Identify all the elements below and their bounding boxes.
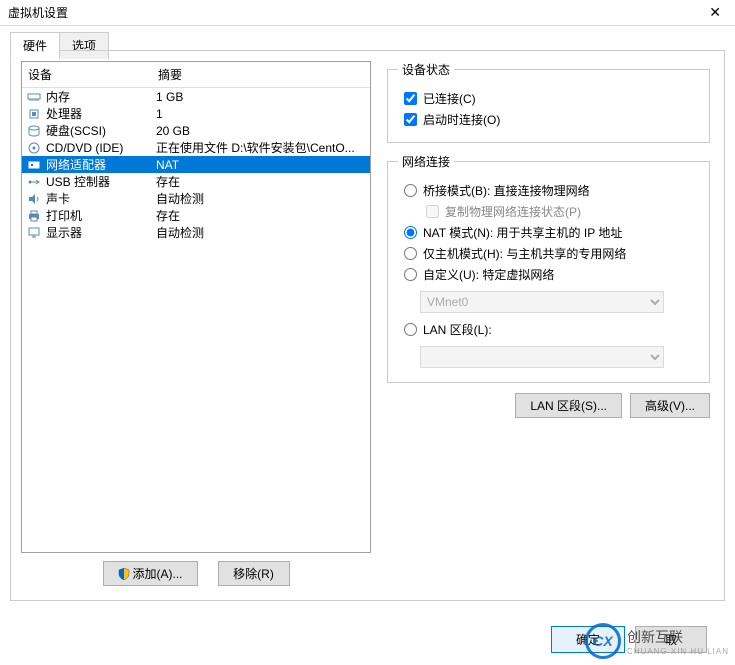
device-row-network[interactable]: 网络适配器NAT — [22, 156, 370, 173]
usb-icon — [26, 175, 42, 189]
shield-icon — [118, 568, 130, 580]
disk-icon — [26, 124, 42, 138]
device-list: 设备 摘要 内存1 GB处理器1硬盘(SCSI)20 GBCD/DVD (IDE… — [21, 61, 371, 553]
memory-icon — [26, 90, 42, 104]
display-icon — [26, 226, 42, 240]
connect-poweron-label: 启动时连接(O) — [423, 111, 500, 128]
device-list-header: 设备 摘要 — [22, 62, 370, 88]
device-summary: 存在 — [156, 207, 366, 224]
left-buttons: 添加(A)... 移除(R) — [21, 561, 371, 590]
cpu-icon — [26, 107, 42, 121]
connected-checkbox[interactable] — [404, 92, 417, 105]
device-summary: NAT — [156, 158, 366, 172]
device-summary: 自动检测 — [156, 190, 366, 207]
device-summary: 20 GB — [156, 124, 366, 138]
network-icon — [26, 158, 42, 172]
watermark: CX 创新互联 CHUANG XIN HU LIAN — [585, 623, 729, 659]
window-title: 虚拟机设置 — [8, 4, 68, 21]
connected-label: 已连接(C) — [423, 90, 476, 107]
nat-label: NAT 模式(N): 用于共享主机的 IP 地址 — [423, 224, 622, 241]
replicate-checkbox — [426, 205, 439, 218]
connected-checkbox-row[interactable]: 已连接(C) — [404, 90, 699, 107]
device-summary: 1 — [156, 107, 366, 121]
lan-radio-row[interactable]: LAN 区段(L): — [404, 321, 699, 338]
network-connection-legend: 网络连接 — [398, 153, 454, 170]
remove-button[interactable]: 移除(R) — [218, 561, 290, 586]
custom-radio[interactable] — [404, 268, 417, 281]
hostonly-radio[interactable] — [404, 247, 417, 260]
lan-select — [420, 346, 664, 368]
device-summary: 存在 — [156, 173, 366, 190]
device-summary: 1 GB — [156, 90, 366, 104]
device-name: 声卡 — [46, 190, 156, 207]
device-summary: 自动检测 — [156, 224, 366, 241]
bridged-radio-row[interactable]: 桥接模式(B): 直接连接物理网络 — [404, 182, 699, 199]
lan-radio[interactable] — [404, 323, 417, 336]
device-name: 处理器 — [46, 105, 156, 122]
replicate-label: 复制物理网络连接状态(P) — [445, 203, 581, 220]
device-row-printer[interactable]: 打印机存在 — [22, 207, 370, 224]
device-status-group: 设备状态 已连接(C) 启动时连接(O) — [387, 61, 710, 143]
watermark-subtext: CHUANG XIN HU LIAN — [627, 647, 729, 656]
hostonly-label: 仅主机模式(H): 与主机共享的专用网络 — [423, 245, 626, 262]
network-connection-group: 网络连接 桥接模式(B): 直接连接物理网络 复制物理网络连接状态(P) NAT… — [387, 153, 710, 383]
sound-icon — [26, 192, 42, 206]
nat-radio[interactable] — [404, 226, 417, 239]
device-row-usb[interactable]: USB 控制器存在 — [22, 173, 370, 190]
cd-icon — [26, 141, 42, 155]
device-name: 网络适配器 — [46, 156, 156, 173]
close-button[interactable]: ✕ — [703, 2, 727, 23]
titlebar: 虚拟机设置 ✕ — [0, 0, 735, 26]
add-button[interactable]: 添加(A)... — [103, 561, 198, 586]
device-name: 硬盘(SCSI) — [46, 122, 156, 139]
device-name: 打印机 — [46, 207, 156, 224]
bridged-radio[interactable] — [404, 184, 417, 197]
device-row-sound[interactable]: 声卡自动检测 — [22, 190, 370, 207]
device-name: CD/DVD (IDE) — [46, 141, 156, 155]
device-row-cpu[interactable]: 处理器1 — [22, 105, 370, 122]
header-device: 设备 — [28, 66, 158, 83]
tab-hardware[interactable]: 硬件 — [10, 32, 60, 59]
device-name: USB 控制器 — [46, 173, 156, 190]
header-summary: 摘要 — [158, 66, 364, 83]
device-summary: 正在使用文件 D:\软件安装包\CentO... — [156, 139, 366, 156]
connect-poweron-checkbox[interactable] — [404, 113, 417, 126]
device-name: 显示器 — [46, 224, 156, 241]
hostonly-radio-row[interactable]: 仅主机模式(H): 与主机共享的专用网络 — [404, 245, 699, 262]
custom-select: VMnet0 — [420, 291, 664, 313]
device-row-display[interactable]: 显示器自动检测 — [22, 224, 370, 241]
custom-radio-row[interactable]: 自定义(U): 特定虚拟网络 — [404, 266, 699, 283]
nat-radio-row[interactable]: NAT 模式(N): 用于共享主机的 IP 地址 — [404, 224, 699, 241]
custom-label: 自定义(U): 特定虚拟网络 — [423, 266, 554, 283]
watermark-logo-icon: CX — [585, 623, 621, 659]
right-buttons: LAN 区段(S)... 高级(V)... — [387, 393, 710, 418]
bridged-label: 桥接模式(B): 直接连接物理网络 — [423, 182, 590, 199]
connect-poweron-checkbox-row[interactable]: 启动时连接(O) — [404, 111, 699, 128]
right-panel: 设备状态 已连接(C) 启动时连接(O) 网络连接 桥接模式(B): 直接连接物… — [381, 51, 724, 600]
advanced-button[interactable]: 高级(V)... — [630, 393, 710, 418]
device-status-legend: 设备状态 — [398, 61, 454, 78]
printer-icon — [26, 209, 42, 223]
main-panel: 设备 摘要 内存1 GB处理器1硬盘(SCSI)20 GBCD/DVD (IDE… — [10, 50, 725, 601]
left-panel: 设备 摘要 内存1 GB处理器1硬盘(SCSI)20 GBCD/DVD (IDE… — [11, 51, 381, 600]
replicate-checkbox-row: 复制物理网络连接状态(P) — [426, 203, 699, 220]
watermark-text: 创新互联 — [627, 629, 683, 645]
device-row-memory[interactable]: 内存1 GB — [22, 88, 370, 105]
device-row-cd[interactable]: CD/DVD (IDE)正在使用文件 D:\软件安装包\CentO... — [22, 139, 370, 156]
add-button-label: 添加(A)... — [133, 567, 183, 581]
lan-segments-button[interactable]: LAN 区段(S)... — [515, 393, 622, 418]
device-row-disk[interactable]: 硬盘(SCSI)20 GB — [22, 122, 370, 139]
device-name: 内存 — [46, 88, 156, 105]
lan-label: LAN 区段(L): — [423, 321, 492, 338]
